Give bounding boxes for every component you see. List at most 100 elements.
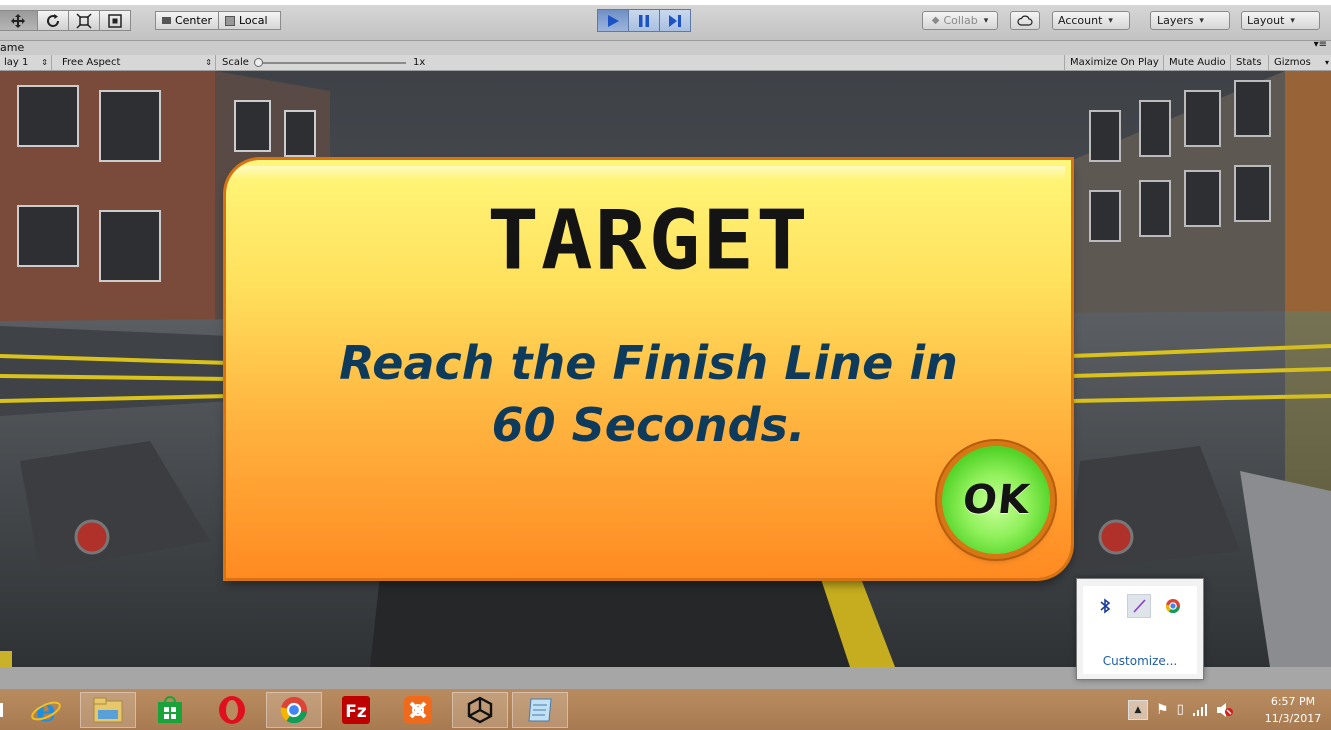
mute-label: Mute Audio xyxy=(1169,57,1226,68)
cube-icon xyxy=(225,15,235,26)
stats-toggle[interactable]: Stats xyxy=(1230,55,1267,70)
pause-icon xyxy=(639,14,649,27)
gizmos-label: Gizmos xyxy=(1274,57,1311,68)
aspect-label: Free Aspect xyxy=(62,57,121,68)
play-button[interactable] xyxy=(597,9,629,32)
start-button[interactable] xyxy=(0,692,6,728)
notepad-icon xyxy=(528,698,552,722)
tray-overflow-popup: Customize... xyxy=(1076,578,1204,680)
updown-icon: ⇕ xyxy=(41,58,48,67)
play-icon xyxy=(608,14,619,27)
step-button[interactable] xyxy=(659,9,691,32)
pivot-local-label: Local xyxy=(239,14,268,27)
xampp-icon xyxy=(404,696,432,724)
rect-tool-button[interactable] xyxy=(99,10,131,31)
store-icon xyxy=(158,696,182,723)
pen-tray-button[interactable] xyxy=(1127,594,1151,618)
customize-link[interactable]: Customize... xyxy=(1083,654,1197,668)
taskbar-unity[interactable] xyxy=(452,692,508,728)
ok-button[interactable]: OK xyxy=(942,446,1050,554)
scale-label: Scale xyxy=(222,57,249,68)
game-view-controls: lay 1 ⇕ Free Aspect ⇕ Scale 1x Maximize … xyxy=(0,55,1331,71)
collab-label: Collab xyxy=(943,14,978,27)
collab-icon: ◆ xyxy=(931,15,940,26)
bluetooth-tray-button[interactable] xyxy=(1093,594,1117,618)
opera-icon xyxy=(219,696,245,724)
rect-tool-icon xyxy=(108,13,122,28)
pause-button[interactable] xyxy=(628,9,660,32)
folder-icon xyxy=(93,697,123,723)
svg-text:e: e xyxy=(36,694,56,726)
taskbar-filezilla[interactable]: Fz xyxy=(328,692,384,728)
maximize-label: Maximize On Play xyxy=(1070,57,1159,68)
dialog-message: Reach the Finish Line in 60 Seconds. xyxy=(286,332,1011,456)
chrome-icon xyxy=(1165,599,1180,614)
taskbar-chrome[interactable] xyxy=(266,692,322,728)
taskbar-windows-store[interactable] xyxy=(142,692,198,728)
scale-tool-button[interactable] xyxy=(68,10,100,31)
taskbar-opera[interactable] xyxy=(204,692,260,728)
account-label: Account xyxy=(1058,14,1103,27)
center-icon xyxy=(162,17,171,24)
layout-label: Layout xyxy=(1247,14,1285,27)
game-view-tab[interactable]: ame ▾≡ xyxy=(0,39,1331,55)
chrome-tray-button[interactable] xyxy=(1161,594,1185,618)
cloud-icon xyxy=(1017,15,1033,26)
bluetooth-icon xyxy=(1100,598,1111,614)
taskbar-notepad[interactable] xyxy=(512,692,568,728)
playback-controls xyxy=(597,9,691,32)
move-tool-button[interactable] xyxy=(0,10,38,31)
layers-dropdown[interactable]: Layers xyxy=(1150,11,1230,30)
taskbar-internet-explorer[interactable]: e xyxy=(18,692,74,728)
updown-icon: ⇕ xyxy=(205,58,212,67)
account-dropdown[interactable]: Account xyxy=(1052,11,1130,30)
pivot-local-button[interactable]: Local xyxy=(218,11,281,30)
tray-popup-icons xyxy=(1093,594,1185,618)
taskbar-clock[interactable]: 6:57 PM 11/3/2017 xyxy=(1258,693,1328,727)
rotate-tool-button[interactable] xyxy=(37,10,69,31)
dialog-title: TARGET xyxy=(487,193,810,289)
network-signal-icon[interactable] xyxy=(1192,703,1208,717)
cloud-button[interactable] xyxy=(1010,11,1040,30)
filezilla-icon: Fz xyxy=(342,696,370,724)
power-icon[interactable]: ▯ xyxy=(1177,702,1184,717)
clock-date: 11/3/2017 xyxy=(1264,712,1322,725)
step-icon xyxy=(669,14,681,27)
scale-icon xyxy=(76,12,92,29)
pivot-toggles: Center Local xyxy=(155,11,281,30)
clock-time: 6:57 PM xyxy=(1270,695,1316,708)
aspect-dropdown[interactable]: Free Aspect ⇕ xyxy=(58,55,216,70)
move-icon xyxy=(11,13,25,28)
taskbar-xampp[interactable] xyxy=(390,692,446,728)
mute-audio-toggle[interactable]: Mute Audio xyxy=(1163,55,1231,70)
display-label: lay 1 xyxy=(4,57,29,68)
chrome-icon xyxy=(280,696,308,724)
stats-label: Stats xyxy=(1236,57,1262,68)
chevron-down-icon: ▾ xyxy=(1324,58,1329,67)
gizmos-dropdown[interactable]: Gizmos ▾ xyxy=(1268,55,1331,70)
display-dropdown[interactable]: lay 1 ⇕ xyxy=(0,55,52,70)
taskbar-file-explorer[interactable] xyxy=(80,692,136,728)
tray-overflow-button[interactable]: ▲ xyxy=(1128,699,1148,720)
scale-slider-knob[interactable] xyxy=(254,58,263,67)
layers-label: Layers xyxy=(1157,14,1194,27)
collab-dropdown[interactable]: ◆ Collab xyxy=(922,11,998,30)
layout-dropdown[interactable]: Layout xyxy=(1241,11,1320,30)
windows-taskbar: e Fz ▲ ⚑ ▯ 6:57 PM 11/3/2017 xyxy=(0,689,1331,730)
rotate-icon xyxy=(47,13,60,27)
svg-text:Fz: Fz xyxy=(345,702,367,722)
pivot-center-label: Center xyxy=(174,14,212,27)
volume-muted-icon[interactable] xyxy=(1216,702,1234,718)
window-top-edge xyxy=(0,0,1331,5)
unity-icon xyxy=(467,696,493,724)
action-center-flag-icon[interactable]: ⚑ xyxy=(1156,702,1169,718)
maximize-on-play-toggle[interactable]: Maximize On Play xyxy=(1064,55,1164,70)
game-tab-label: ame xyxy=(0,41,25,54)
tab-menu-icon[interactable]: ▾≡ xyxy=(1314,39,1327,50)
unity-toolbar: Center Local ◆ Collab Account Layers Lay… xyxy=(0,0,1331,41)
dialog-highlight xyxy=(232,166,1065,180)
transform-tools xyxy=(0,10,131,31)
scale-slider-track[interactable] xyxy=(258,62,406,64)
pivot-center-button[interactable]: Center xyxy=(155,11,219,30)
internet-explorer-icon: e xyxy=(31,694,61,726)
